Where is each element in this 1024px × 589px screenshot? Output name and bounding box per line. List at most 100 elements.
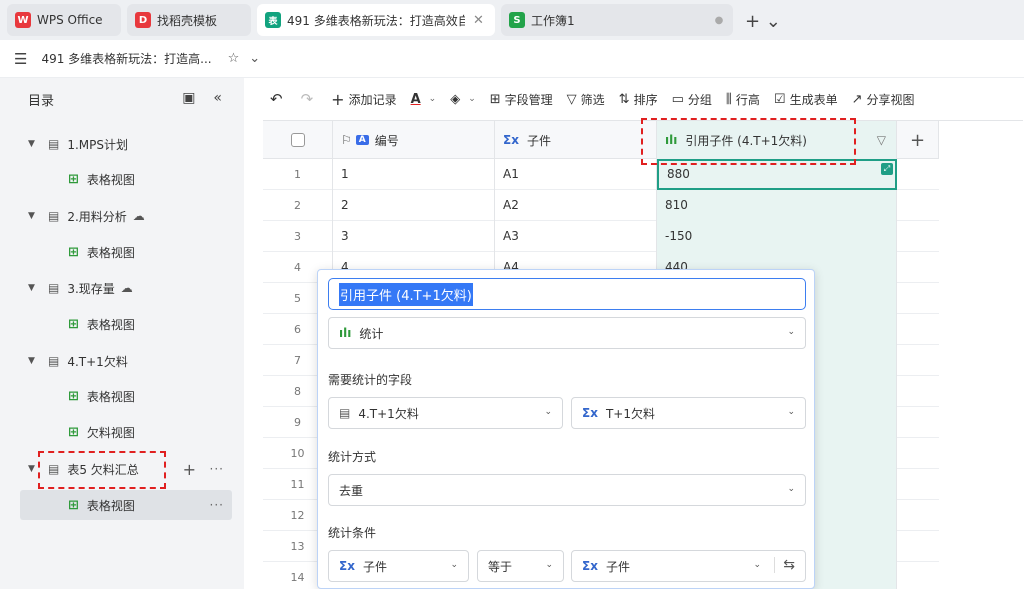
label-source-fields: 需要统计的字段 <box>328 373 413 387</box>
method-select[interactable]: 去重 ⌄ <box>328 474 806 506</box>
row-height-button[interactable]: ⫼ 行高 <box>726 91 760 108</box>
source-field-select[interactable]: Σx T+1欠料 ⌄ <box>571 397 806 429</box>
row-height-label: 行高 <box>735 92 760 107</box>
formula-field-icon: Σx <box>582 406 598 420</box>
source-table-value: 4.T+1欠料 <box>358 406 419 421</box>
cloud-sync-icon: ☁ <box>120 281 133 295</box>
highlight-annotation <box>38 451 166 489</box>
sidebar-item-label: 3.现存量 <box>67 281 115 296</box>
more-options-icon[interactable]: ··· <box>210 498 224 512</box>
menu-icon[interactable]: ☰ <box>14 50 27 68</box>
plus-icon: + <box>331 89 345 109</box>
sheet-logo-icon: S <box>509 12 525 28</box>
field-name-input[interactable]: 引用子件 (4.T+1欠料) <box>328 278 806 310</box>
expand-arrow-icon[interactable]: ▼ <box>28 283 42 293</box>
star-icon[interactable]: ☆ <box>228 51 240 66</box>
sidebar-item-table[interactable]: ▼ ▤ 1.MPS计划 <box>20 129 232 159</box>
sidebar-item-label: 表格视图 <box>86 389 135 404</box>
field-grid-icon: ⊞ <box>489 91 501 107</box>
sidebar-item-table[interactable]: ▼ ▤ 4.T+1欠料 <box>20 346 232 376</box>
formula-field-icon: Σx <box>582 559 598 573</box>
cell-part[interactable]: A2 <box>495 190 657 221</box>
sidebar-item-view[interactable]: ⊞ 表格视图 <box>20 309 232 339</box>
cell-id[interactable]: 2 <box>333 190 495 221</box>
source-table-select[interactable]: ▤ 4.T+1欠料 ⌄ <box>328 397 563 429</box>
wps-logo-icon: W <box>15 12 31 28</box>
toolbar: ↶ ↷ + 添加记录 A ⌄ ◈ ⌄ ⊞ 字段管理 ▽ 筛选 ⇅ 排序 ▭ 分组 ⫼ 行高 ☑ 生… <box>244 78 1024 120</box>
sidebar-item-view-selected[interactable]: ⊞ 表格视图 ··· <box>20 490 232 520</box>
table-row[interactable]: 3 3 A3 -150 <box>263 221 939 252</box>
field-manage-button[interactable]: ⊞ 字段管理 <box>490 91 553 108</box>
filter-button[interactable]: ▽ 筛选 <box>567 91 605 108</box>
filter-icon[interactable]: ▽ <box>877 133 886 147</box>
sidebar-item-label: 欠料视图 <box>86 425 135 440</box>
tab-docer-templates[interactable]: D 找稻壳模板 <box>127 4 251 36</box>
field-manage-label: 字段管理 <box>504 92 553 107</box>
expand-cell-icon[interactable]: ⤢ <box>881 163 893 175</box>
table-row[interactable]: 2 2 A2 810 <box>263 190 939 221</box>
condition-right-select[interactable]: Σx 子件 ⌄ ⇆ <box>571 550 806 582</box>
group-button[interactable]: ▭ 分组 <box>672 91 712 108</box>
redo-icon: ↷ <box>300 90 314 108</box>
sort-button[interactable]: ⇅ 排序 <box>619 91 658 108</box>
close-icon[interactable]: ✕ <box>473 13 484 28</box>
text-color-button[interactable]: A ⌄ <box>411 92 437 107</box>
save-icon[interactable]: ▣ <box>182 90 195 106</box>
group-icon: ▭ <box>671 91 684 107</box>
collapse-sidebar-icon[interactable]: « <box>213 90 222 106</box>
chevron-down-icon: ⌄ <box>428 94 437 104</box>
redo-button[interactable]: ↷ <box>301 90 318 108</box>
undo-button[interactable]: ↶ <box>270 90 287 108</box>
chevron-down-icon: ⌄ <box>787 327 795 337</box>
cell-ref[interactable]: -150 <box>657 221 897 252</box>
cell-part[interactable]: A3 <box>495 221 657 252</box>
cell-part[interactable]: A1 <box>495 159 657 190</box>
column-header-part[interactable]: Σx 子件 <box>495 121 657 159</box>
chevron-down-icon: ⌄ <box>545 560 553 570</box>
sidebar-header: 目录 ▣ « <box>0 78 244 120</box>
expand-arrow-icon[interactable]: ▼ <box>28 139 42 149</box>
new-tab-button[interactable]: + ⌄ <box>745 11 781 32</box>
add-record-button[interactable]: + 添加记录 <box>331 90 396 109</box>
chevron-down-icon[interactable]: ⌄ <box>249 51 260 66</box>
expand-arrow-icon[interactable]: ▼ <box>28 356 42 366</box>
sidebar-item-view[interactable]: ⊞ 欠料视图 <box>20 417 232 447</box>
sidebar-item-table[interactable]: ▼ ▤ 3.现存量 ☁ <box>20 273 232 303</box>
column-label: 子件 <box>526 133 551 148</box>
cell-id[interactable]: 3 <box>333 221 495 252</box>
cell-id[interactable]: 1 <box>333 159 495 190</box>
swap-icon[interactable]: ⇆ <box>774 557 795 573</box>
column-header-id[interactable]: ⚐ A 编号 <box>333 121 495 159</box>
sidebar-item-view[interactable]: ⊞ 表格视图 <box>20 381 232 411</box>
condition-operator-select[interactable]: 等于 ⌄ <box>477 550 564 582</box>
share-view-button[interactable]: ↗ 分享视图 <box>852 91 915 108</box>
chevron-down-icon: ⌄ <box>753 560 761 570</box>
condition-left-select[interactable]: Σx 子件 ⌄ <box>328 550 469 582</box>
chevron-down-icon: ⌄ <box>544 407 552 417</box>
fill-color-button[interactable]: ◈ ⌄ <box>450 92 476 107</box>
field-type-select[interactable]: ılı 统计 ⌄ <box>328 317 806 349</box>
document-title[interactable]: 491 多维表格新玩法：打造高... <box>41 50 211 67</box>
more-options-icon[interactable]: ··· <box>210 462 224 476</box>
sidebar-item-table[interactable]: ▼ ▤ 2.用料分析 ☁ <box>20 201 232 231</box>
sidebar-item-view[interactable]: ⊞ 表格视图 <box>20 164 232 194</box>
add-view-button[interactable]: + <box>183 460 196 479</box>
text-field-icon: A <box>355 135 369 145</box>
method-value: 去重 <box>339 483 364 498</box>
checkbox-icon <box>290 133 305 147</box>
expand-arrow-icon[interactable]: ▼ <box>28 211 42 221</box>
row-height-icon: ⫼ <box>725 91 732 107</box>
statistic-field-icon: ılı <box>339 326 352 340</box>
tab-active-document[interactable]: 表 491 多维表格新玩法：打造高效自 ✕ <box>257 4 495 36</box>
label-method: 统计方式 <box>328 450 377 464</box>
select-all-checkbox[interactable] <box>263 121 333 159</box>
sidebar-title: 目录 <box>28 93 55 109</box>
sidebar-item-view[interactable]: ⊞ 表格视图 <box>20 237 232 267</box>
grid-view-icon: ⊞ <box>68 171 79 187</box>
add-column-button[interactable]: + <box>897 121 939 159</box>
cell-ref[interactable]: 810 <box>657 190 897 221</box>
tab-workbook[interactable]: S 工作簿1 ● <box>501 4 733 36</box>
tab-wps-office[interactable]: W WPS Office <box>7 4 121 36</box>
condition-right-value: 子件 <box>605 559 630 574</box>
generate-form-button[interactable]: ☑ 生成表单 <box>774 91 838 108</box>
